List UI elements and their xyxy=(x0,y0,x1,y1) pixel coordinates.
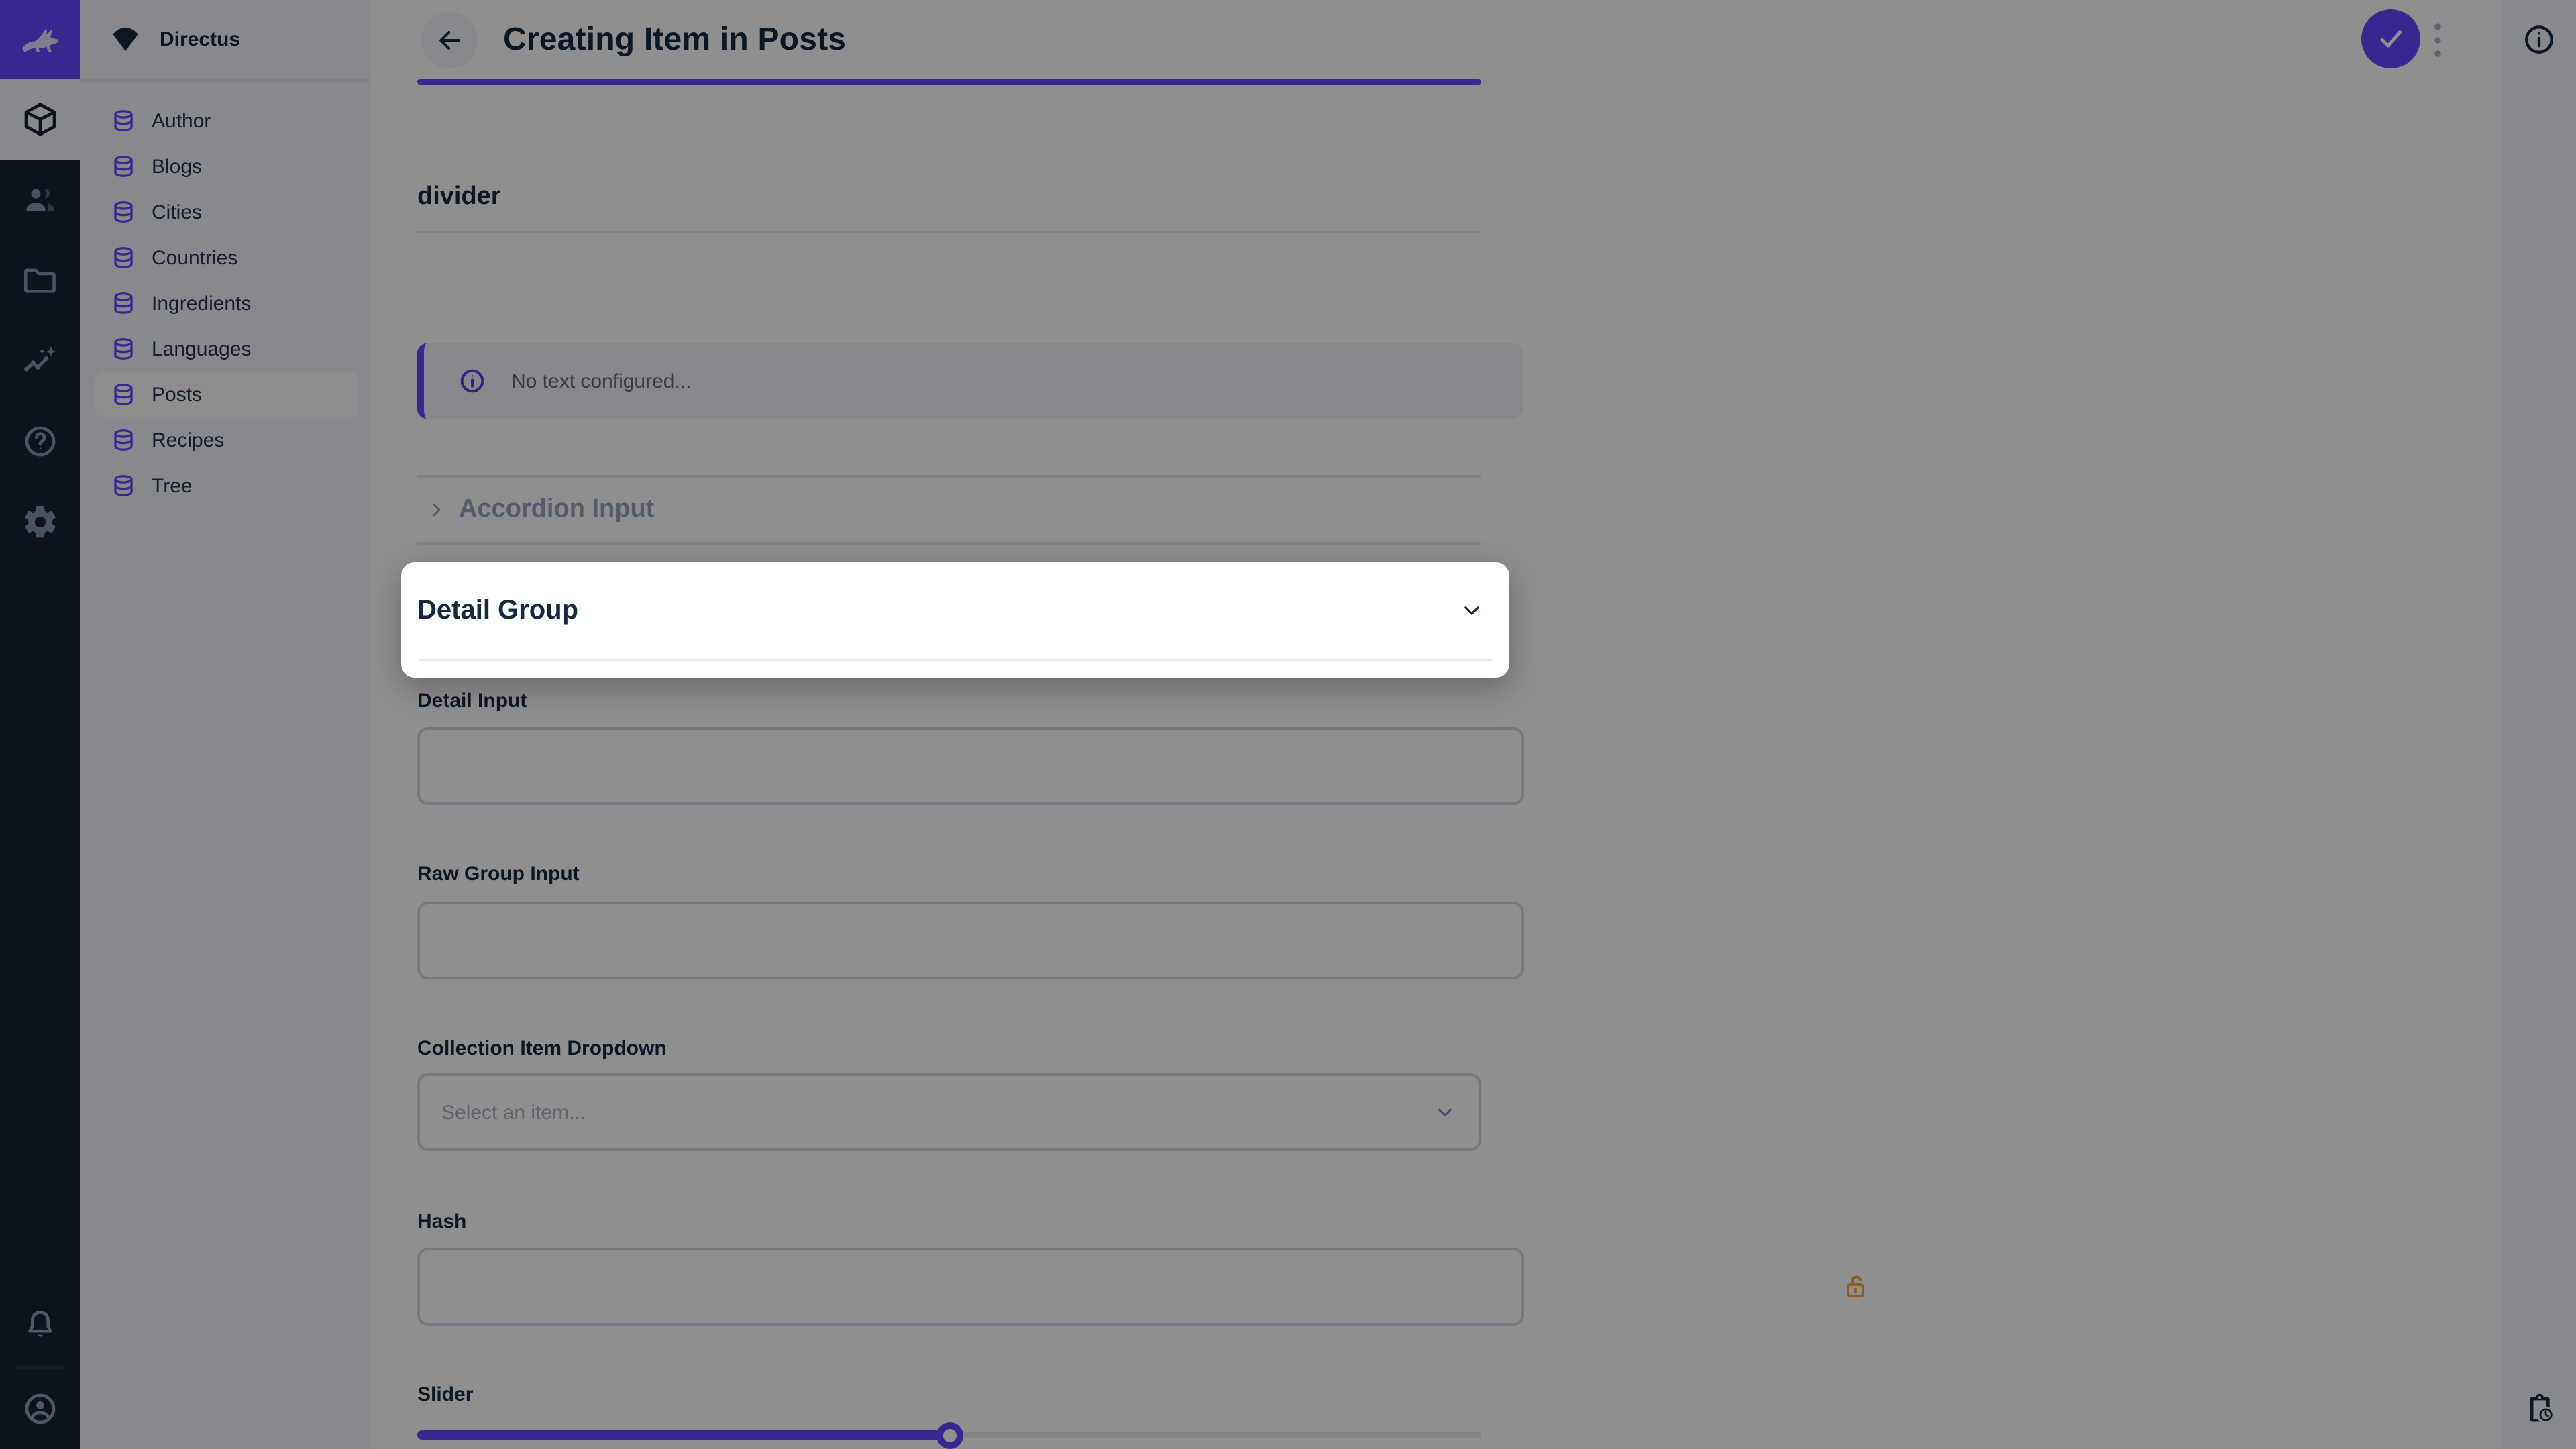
chevron-down-icon xyxy=(1458,597,1485,624)
detail-group-rule xyxy=(419,659,1492,661)
dim-overlay xyxy=(0,0,2576,1449)
detail-group-title: Detail Group xyxy=(417,595,578,626)
detail-group-toggle[interactable]: Detail Group xyxy=(401,562,1509,659)
app-window: Directus Author Blogs Cities Countries I… xyxy=(0,0,2576,1449)
detail-group-card: Detail Group xyxy=(401,562,1509,678)
